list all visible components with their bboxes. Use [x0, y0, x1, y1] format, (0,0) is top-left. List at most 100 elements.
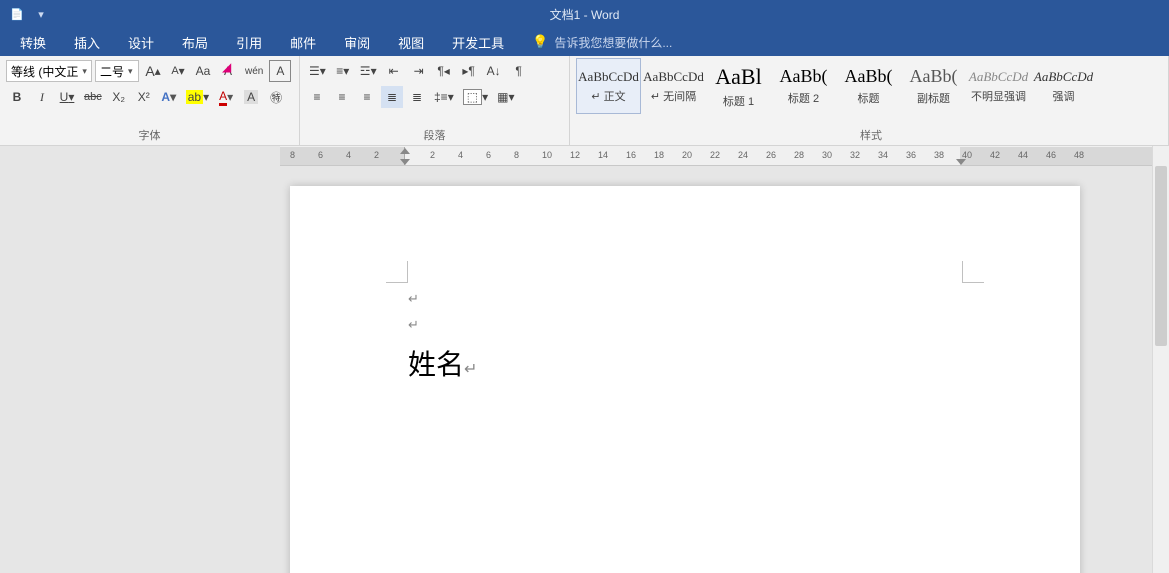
- document-workspace: 8642246810121416182022242628303234363840…: [0, 146, 1169, 573]
- ltr-button[interactable]: ¶◂: [433, 60, 455, 82]
- vertical-scrollbar[interactable]: [1152, 146, 1169, 573]
- style-preview: AaBb(: [845, 66, 893, 87]
- text-effects-button[interactable]: A ▾: [158, 86, 180, 108]
- right-indent-marker[interactable]: [956, 159, 966, 165]
- distribute-button[interactable]: ≣: [406, 86, 428, 108]
- tab-convert[interactable]: 转换: [6, 28, 60, 56]
- ruler-tick: 2: [374, 150, 379, 160]
- line-spacing-button[interactable]: ‡≡ ▾: [431, 86, 457, 108]
- tab-review[interactable]: 审阅: [330, 28, 384, 56]
- paragraph-group-label: 段落: [306, 125, 563, 143]
- tab-design[interactable]: 设计: [114, 28, 168, 56]
- ruler-left-margin: [280, 147, 405, 165]
- numbering-button[interactable]: ≡ ▾: [332, 60, 354, 82]
- grow-font-button[interactable]: A▴: [142, 60, 164, 82]
- ribbon-tabs: 转换 插入 设计 布局 引用 邮件 审阅 视图 开发工具 💡 告诉我您想要做什么…: [0, 28, 1169, 56]
- char-border-button[interactable]: A: [269, 60, 291, 82]
- horizontal-ruler[interactable]: 8642246810121416182022242628303234363840…: [280, 146, 1169, 166]
- ruler-tick: 38: [934, 150, 944, 160]
- style-item-3[interactable]: AaBb(标题 2: [771, 58, 836, 114]
- font-group-label: 字体: [6, 125, 293, 143]
- titlebar: 📄 ▾ 文档1 - Word: [0, 0, 1169, 28]
- ruler-tick: 18: [654, 150, 664, 160]
- highlight-button[interactable]: ab▾: [183, 86, 212, 108]
- ruler-tick: 34: [878, 150, 888, 160]
- margin-corner-tl: [386, 261, 408, 283]
- shading-button[interactable]: ⬚ ▾: [460, 86, 491, 108]
- ruler-tick: 4: [458, 150, 463, 160]
- hanging-indent-marker[interactable]: [400, 159, 410, 165]
- superscript-button[interactable]: X²: [133, 86, 155, 108]
- style-label: ↵ 无间隔: [651, 88, 696, 104]
- paragraph-mark: ↵: [408, 291, 419, 306]
- multilevel-button[interactable]: ☲ ▾: [357, 60, 380, 82]
- ruler-tick: 48: [1074, 150, 1084, 160]
- align-center-button[interactable]: ≡: [331, 86, 353, 108]
- doc-icon[interactable]: 📄: [6, 3, 28, 25]
- tab-references[interactable]: 引用: [222, 28, 276, 56]
- style-item-0[interactable]: AaBbCcDd↵ 正文: [576, 58, 641, 114]
- clear-formatting-button[interactable]: A◢: [217, 60, 239, 82]
- style-label: 标题 2: [788, 90, 819, 106]
- italic-button[interactable]: I: [31, 86, 53, 108]
- tab-layout[interactable]: 布局: [168, 28, 222, 56]
- strikethrough-button[interactable]: abc: [81, 86, 105, 108]
- tab-developer[interactable]: 开发工具: [438, 28, 518, 56]
- document-text: 姓名: [408, 350, 464, 381]
- quick-access-toolbar: 📄 ▾: [0, 3, 52, 25]
- style-item-4[interactable]: AaBb( 标题: [836, 58, 901, 114]
- sort-button[interactable]: A↓: [483, 60, 505, 82]
- align-left-button[interactable]: ≡: [306, 86, 328, 108]
- style-item-2[interactable]: AaBl标题 1: [706, 58, 771, 114]
- show-marks-button[interactable]: ¶: [508, 60, 530, 82]
- font-name-combo[interactable]: 等线 (中文正: [6, 60, 92, 82]
- increase-indent-button[interactable]: ⇥: [408, 60, 430, 82]
- borders-button[interactable]: ▦ ▾: [494, 86, 517, 108]
- tab-view[interactable]: 视图: [384, 28, 438, 56]
- enclose-char-button[interactable]: ㊕: [265, 86, 287, 108]
- tab-insert[interactable]: 插入: [60, 28, 114, 56]
- font-group: 等线 (中文正 二号 A▴ A▾ Aa A◢ wén A B I U ▾ abc…: [0, 56, 300, 145]
- margin-corner-tr: [962, 261, 984, 283]
- ruler-tick: 22: [710, 150, 720, 160]
- underline-button[interactable]: U ▾: [56, 86, 78, 108]
- ruler-tick: 6: [486, 150, 491, 160]
- ruler-tick: 46: [1046, 150, 1056, 160]
- scrollbar-thumb[interactable]: [1155, 166, 1167, 346]
- tell-me-search[interactable]: 💡 告诉我您想要做什么...: [518, 28, 672, 56]
- style-label: 不明显强调: [971, 88, 1026, 104]
- bold-button[interactable]: B: [6, 86, 28, 108]
- style-item-5[interactable]: AaBb(副标题: [901, 58, 966, 114]
- document-page[interactable]: ↵ ↵ 姓名↵: [290, 186, 1080, 573]
- bullets-button[interactable]: ☰ ▾: [306, 60, 329, 82]
- align-right-button[interactable]: ≡: [356, 86, 378, 108]
- ruler-tick: 2: [430, 150, 435, 160]
- decrease-indent-button[interactable]: ⇤: [383, 60, 405, 82]
- document-body[interactable]: ↵ ↵ 姓名↵: [408, 286, 962, 394]
- char-shading-button[interactable]: A: [240, 86, 262, 108]
- style-item-6[interactable]: AaBbCcDd不明显强调: [966, 58, 1031, 114]
- styles-group: AaBbCcDd↵ 正文AaBbCcDd↵ 无间隔AaBl标题 1AaBb(标题…: [570, 56, 1169, 145]
- style-item-1[interactable]: AaBbCcDd↵ 无间隔: [641, 58, 706, 114]
- rtl-button[interactable]: ▸¶: [458, 60, 480, 82]
- paragraph-group: ☰ ▾ ≡ ▾ ☲ ▾ ⇤ ⇥ ¶◂ ▸¶ A↓ ¶ ≡ ≡ ≡ ≣ ≣ ‡≡ …: [300, 56, 570, 145]
- ruler-tick: 16: [626, 150, 636, 160]
- style-preview: AaBb(: [910, 66, 958, 87]
- tab-mailings[interactable]: 邮件: [276, 28, 330, 56]
- first-line-indent-marker[interactable]: [400, 148, 410, 154]
- shrink-font-button[interactable]: A▾: [167, 60, 189, 82]
- ruler-tick: 42: [990, 150, 1000, 160]
- window-title: 文档1 - Word: [550, 6, 620, 23]
- change-case-button[interactable]: Aa: [192, 60, 214, 82]
- ruler-tick: 10: [542, 150, 552, 160]
- style-item-7[interactable]: AaBbCcDd强调: [1031, 58, 1096, 114]
- qat-menu-icon[interactable]: ▾: [30, 3, 52, 25]
- phonetic-guide-button[interactable]: wén: [242, 60, 266, 82]
- subscript-button[interactable]: X₂: [108, 86, 130, 108]
- style-label: 标题: [858, 90, 880, 106]
- justify-button[interactable]: ≣: [381, 86, 403, 108]
- styles-group-label: 样式: [576, 125, 1166, 143]
- font-size-combo[interactable]: 二号: [95, 60, 139, 82]
- ruler-tick: 32: [850, 150, 860, 160]
- font-color-button[interactable]: A ▾: [215, 86, 237, 108]
